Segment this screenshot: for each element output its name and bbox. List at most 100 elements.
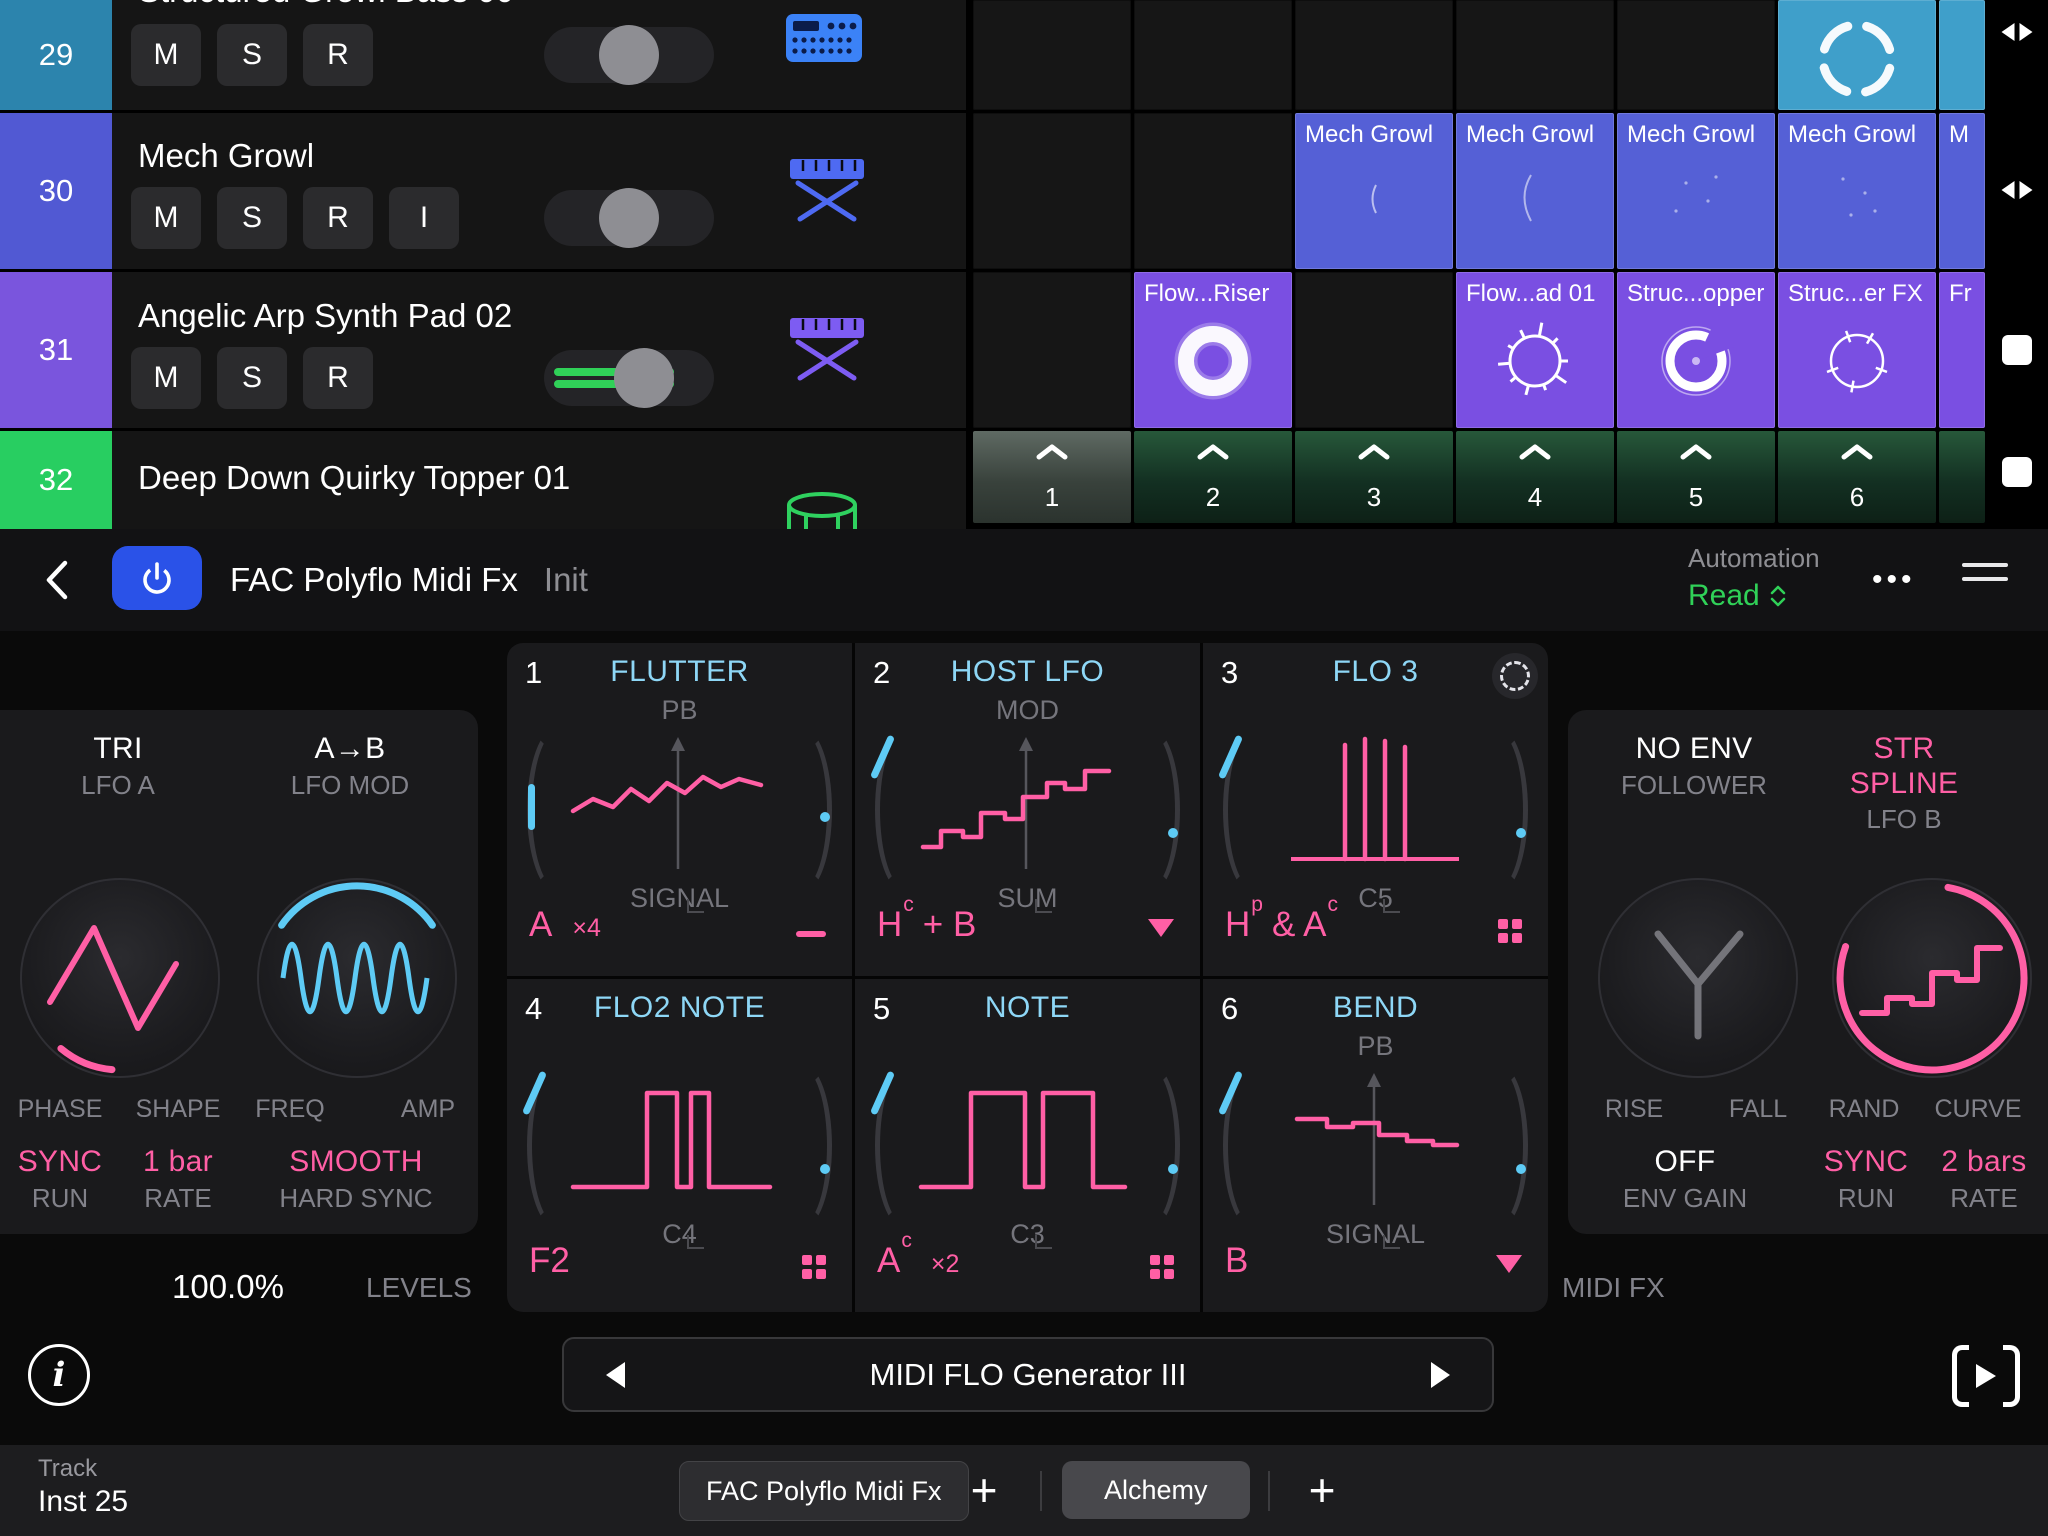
phase-shape-knob[interactable] <box>20 878 220 1078</box>
module-source-button[interactable]: Hp& Ac <box>1225 905 1347 945</box>
module-title[interactable]: BEND <box>1203 991 1548 1025</box>
plugin-chip-fac-polyflo[interactable]: FAC Polyflo Midi Fx <box>679 1461 969 1521</box>
menu-bars-button[interactable] <box>1962 563 2008 591</box>
scene-trigger-4[interactable]: 4 <box>1456 431 1614 523</box>
levels-value[interactable]: 100.0% <box>172 1268 284 1306</box>
direction-down-button[interactable] <box>1496 1255 1522 1273</box>
mute-button[interactable]: M <box>131 24 201 86</box>
scene-trigger-3[interactable]: 3 <box>1295 431 1453 523</box>
clip-slot[interactable] <box>1295 0 1453 110</box>
fader-knob[interactable] <box>614 348 674 408</box>
clip-cell[interactable]: Mech Growl <box>1778 113 1936 269</box>
clip-nav-arrows[interactable] <box>2001 23 2032 41</box>
back-button[interactable] <box>44 559 70 606</box>
track-row-30[interactable]: 30 Mech Growl M S R I <box>0 113 966 269</box>
clip-cell[interactable]: Struc...opper <box>1617 272 1775 428</box>
info-button[interactable]: i <box>28 1344 90 1406</box>
record-button[interactable]: R <box>303 347 373 409</box>
mute-button[interactable]: M <box>131 187 201 249</box>
add-plugin-button[interactable]: + <box>956 1461 1012 1519</box>
lfo-mod-param[interactable]: A→BLFO MOD <box>265 732 435 800</box>
module-source-button[interactable]: F2 <box>529 1241 590 1281</box>
pattern-grid-button[interactable] <box>1498 919 1522 943</box>
pattern-grid-button[interactable] <box>802 1255 826 1279</box>
clip-cell[interactable]: Struc...er FX <box>1778 272 1936 428</box>
rate-param[interactable]: 1 barRATE <box>93 1145 263 1213</box>
track-fader[interactable] <box>544 27 714 83</box>
mute-button[interactable]: M <box>131 347 201 409</box>
clip-slot[interactable] <box>1134 113 1292 269</box>
clip-slot[interactable] <box>1134 0 1292 110</box>
lfo-a-shape-param[interactable]: TRILFO A <box>33 732 203 800</box>
clip-cell-partial[interactable]: M <box>1939 113 1985 269</box>
env-follower-param[interactable]: NO ENVFOLLOWER <box>1609 732 1779 800</box>
midi-target-button[interactable] <box>1492 653 1538 699</box>
clip-slot[interactable] <box>973 272 1131 428</box>
input-monitor-button[interactable]: I <box>389 187 459 249</box>
track-number-strip[interactable]: 31 <box>0 272 112 428</box>
track-fader[interactable] <box>544 350 714 406</box>
automation-control[interactable]: Automation Read <box>1688 543 1820 614</box>
clip-cell[interactable]: Flow...Riser <box>1134 272 1292 428</box>
track-number-strip[interactable]: 30 <box>0 113 112 269</box>
rate-param[interactable]: 2 barsRATE <box>1899 1145 2048 1213</box>
lfo-b-shape-param[interactable]: STR SPLINELFO B <box>1819 732 1989 835</box>
track-number-strip[interactable]: 29 <box>0 0 112 110</box>
smooth-param[interactable]: SMOOTHHARD SYNC <box>271 1145 441 1213</box>
clip-cell[interactable]: Flow...ad 01 <box>1456 272 1614 428</box>
current-preset-name[interactable]: MIDI FLO Generator III <box>564 1339 1492 1410</box>
solo-button[interactable]: S <box>217 187 287 249</box>
fader-knob[interactable] <box>599 188 659 248</box>
clip-slot[interactable] <box>1617 0 1775 110</box>
module-title[interactable]: FLUTTER <box>507 655 852 689</box>
scene-trigger-5[interactable]: 5 <box>1617 431 1775 523</box>
stop-button[interactable] <box>2002 335 2032 365</box>
preview-play-button[interactable] <box>1952 1345 2020 1407</box>
record-button[interactable]: R <box>303 187 373 249</box>
scene-trigger-1[interactable]: 1 <box>973 431 1131 523</box>
scene-trigger-2[interactable]: 2 <box>1134 431 1292 523</box>
mode-dash-button[interactable] <box>796 931 826 937</box>
clip-cell[interactable]: Mech Growl <box>1295 113 1453 269</box>
module-title[interactable]: FLO2 NOTE <box>507 991 852 1025</box>
clip-cell[interactable] <box>1778 0 1936 110</box>
direction-down-button[interactable] <box>1148 919 1174 937</box>
solo-button[interactable]: S <box>217 347 287 409</box>
module-source-button[interactable]: A×4 <box>529 905 601 945</box>
clip-slot[interactable] <box>1295 272 1453 428</box>
module-source-button[interactable]: Ac×2 <box>877 1241 959 1281</box>
rise-fall-knob[interactable] <box>1598 878 1798 1078</box>
track-row-31[interactable]: 31 Angelic Arp Synth Pad 02 M S R <box>0 272 966 428</box>
fader-knob[interactable] <box>599 25 659 85</box>
preset-name[interactable]: Init <box>544 561 588 599</box>
more-menu-button[interactable]: ••• <box>1872 529 1916 631</box>
module-source-button[interactable]: Hc+ B <box>877 905 986 945</box>
track-row-29[interactable]: 29 Structured Growl Bass 00 M S R <box>0 0 966 110</box>
rand-curve-knob[interactable] <box>1832 878 2032 1078</box>
clip-slot[interactable] <box>973 113 1131 269</box>
scene-trigger-6[interactable]: 6 <box>1778 431 1936 523</box>
preset-navigator[interactable]: MIDI FLO Generator III <box>562 1337 1494 1412</box>
track-fader[interactable] <box>544 190 714 246</box>
clip-cell-partial[interactable] <box>1939 0 1985 110</box>
add-plugin-button[interactable]: + <box>1294 1461 1350 1519</box>
clip-cell[interactable]: Mech Growl <box>1617 113 1775 269</box>
track-name[interactable]: Inst 25 <box>38 1485 128 1519</box>
plugin-chip-alchemy[interactable]: Alchemy <box>1062 1461 1250 1519</box>
module-source-button[interactable]: B <box>1225 1241 1268 1281</box>
freq-amp-knob[interactable] <box>257 878 457 1078</box>
next-preset-button[interactable] <box>1431 1362 1450 1388</box>
solo-button[interactable]: S <box>217 24 287 86</box>
stop-button[interactable] <box>2002 457 2032 487</box>
env-gain-param[interactable]: OFFENV GAIN <box>1600 1145 1770 1213</box>
clip-nav-arrows[interactable] <box>2001 181 2032 199</box>
scene-trigger-partial[interactable] <box>1939 431 1985 523</box>
record-button[interactable]: R <box>303 24 373 86</box>
clip-cell-partial[interactable]: Fr <box>1939 272 1985 428</box>
module-title[interactable]: NOTE <box>855 991 1200 1025</box>
plugin-power-button[interactable] <box>112 546 202 610</box>
module-title[interactable]: HOST LFO <box>855 655 1200 689</box>
track-number-strip[interactable]: 32 <box>0 431 112 529</box>
pattern-grid-button[interactable] <box>1150 1255 1174 1279</box>
clip-cell[interactable]: Mech Growl <box>1456 113 1614 269</box>
